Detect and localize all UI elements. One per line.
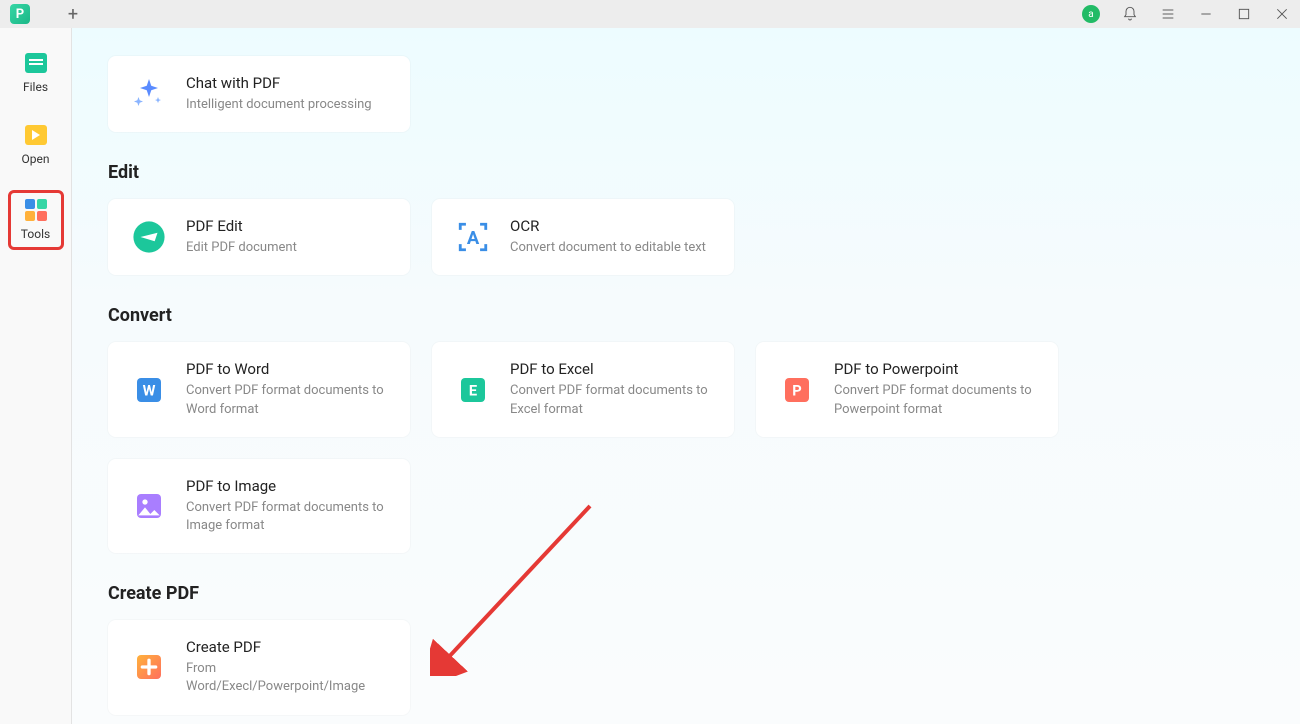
card-title: PDF Edit [186, 217, 297, 235]
excel-icon: E [454, 371, 492, 409]
content: Chat with PDF Intelligent document proce… [72, 28, 1300, 724]
section-heading-create: Create PDF [108, 583, 1260, 604]
tools-icon [25, 199, 47, 221]
sidebar-item-tools[interactable]: Tools [8, 190, 64, 250]
svg-text:W: W [143, 381, 156, 399]
menu-icon[interactable] [1160, 6, 1176, 22]
pdf-edit-icon [130, 218, 168, 256]
card-desc: Intelligent document processing [186, 96, 372, 114]
pdf-to-excel-card[interactable]: E PDF to Excel Convert PDF format docume… [432, 342, 734, 436]
card-title: PDF to Excel [510, 360, 712, 378]
svg-text:E: E [469, 381, 477, 399]
card-desc: From Word/Execl/Powerpoint/Image [186, 660, 388, 696]
card-desc: Convert document to editable text [510, 239, 706, 257]
maximize-icon[interactable] [1236, 6, 1252, 22]
svg-text:P: P [792, 381, 801, 399]
sparkle-icon [130, 75, 168, 113]
svg-text:A: A [467, 228, 480, 249]
pdf-to-word-card[interactable]: W PDF to Word Convert PDF format documen… [108, 342, 410, 436]
bell-icon[interactable] [1122, 6, 1138, 22]
card-title: Create PDF [186, 638, 388, 656]
card-title: PDF to Image [186, 477, 388, 495]
close-icon[interactable] [1274, 6, 1290, 22]
card-title: PDF to Powerpoint [834, 360, 1036, 378]
sidebar-item-label: Files [23, 80, 48, 94]
sidebar: Files Open Tools [0, 28, 72, 724]
image-icon [130, 487, 168, 525]
files-icon [25, 53, 47, 73]
powerpoint-icon: P [778, 371, 816, 409]
card-title: Chat with PDF [186, 74, 372, 92]
card-desc: Convert PDF format documents to Word for… [186, 382, 388, 418]
section-heading-convert: Convert [108, 305, 1260, 326]
card-title: PDF to Word [186, 360, 388, 378]
card-desc: Edit PDF document [186, 239, 297, 257]
card-desc: Convert PDF format documents to Image fo… [186, 499, 388, 535]
create-pdf-card[interactable]: Create PDF From Word/Execl/Powerpoint/Im… [108, 620, 410, 714]
ocr-icon: A [454, 218, 492, 256]
sidebar-item-label: Open [22, 152, 50, 166]
word-icon: W [130, 371, 168, 409]
new-tab-button[interactable]: + [64, 5, 82, 23]
create-pdf-icon [130, 648, 168, 686]
section-heading-edit: Edit [108, 162, 1260, 183]
card-title: OCR [510, 217, 706, 235]
titlebar: P + a [0, 0, 1300, 28]
sidebar-item-files[interactable]: Files [8, 46, 64, 100]
pdf-edit-card[interactable]: PDF Edit Edit PDF document [108, 199, 410, 275]
sidebar-item-label: Tools [21, 227, 50, 241]
avatar[interactable]: a [1082, 5, 1100, 23]
card-desc: Convert PDF format documents to Excel fo… [510, 382, 712, 418]
ocr-card[interactable]: A OCR Convert document to editable text [432, 199, 734, 275]
card-desc: Convert PDF format documents to Powerpoi… [834, 382, 1036, 418]
pdf-to-image-card[interactable]: PDF to Image Convert PDF format document… [108, 459, 410, 553]
minimize-icon[interactable] [1198, 6, 1214, 22]
app-logo-icon: P [10, 4, 30, 24]
chat-with-pdf-card[interactable]: Chat with PDF Intelligent document proce… [108, 56, 410, 132]
sidebar-item-open[interactable]: Open [8, 118, 64, 172]
open-icon [25, 125, 47, 145]
pdf-to-powerpoint-card[interactable]: P PDF to Powerpoint Convert PDF format d… [756, 342, 1058, 436]
